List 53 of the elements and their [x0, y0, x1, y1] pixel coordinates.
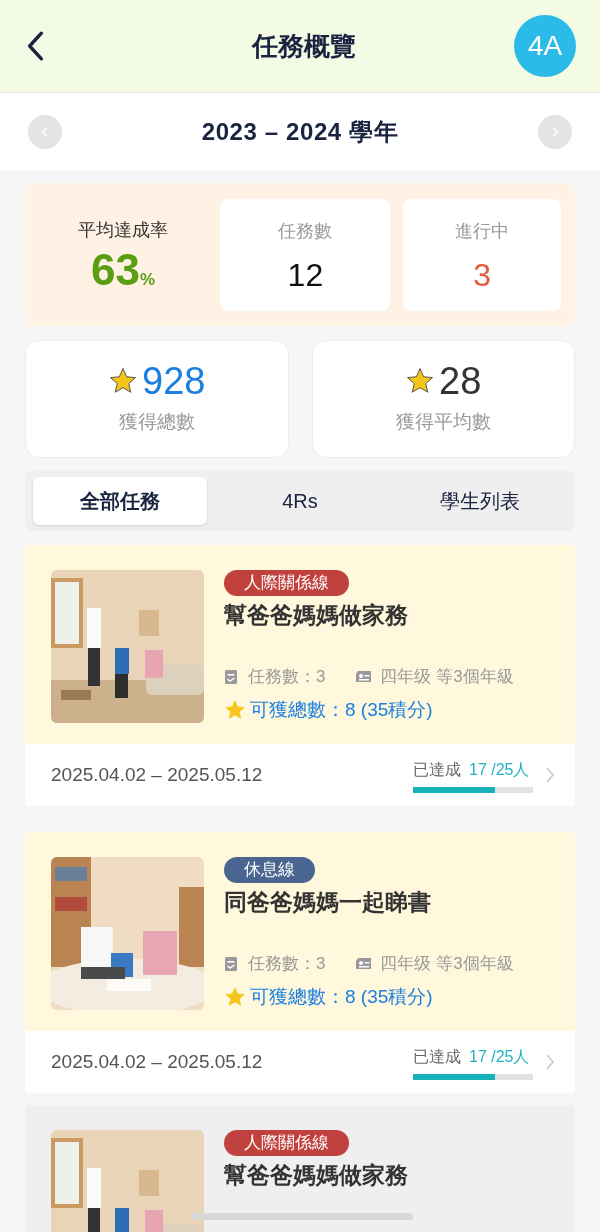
chevron-right-icon: [551, 125, 559, 138]
task-count: 任務數：3: [248, 953, 326, 975]
chevron-left-icon: [41, 125, 49, 138]
stat-value: 3: [473, 259, 492, 291]
home-indicator[interactable]: [190, 1213, 413, 1220]
category-tag: 人際關係線: [224, 570, 349, 596]
task-title: 幫爸爸媽媽做家務: [224, 601, 409, 630]
previous-year-button[interactable]: [28, 114, 62, 149]
tab[interactable]: 4Rs: [213, 477, 387, 525]
star-icon: [108, 365, 139, 396]
star-icon: [224, 698, 246, 721]
id-card-icon: [355, 957, 373, 971]
task-title: 幫爸爸媽媽做家務: [224, 1161, 409, 1190]
category-tag: 休息線: [224, 857, 315, 883]
reward-text: 可獲總數：8 (35積分): [250, 984, 433, 1009]
stat-value: 12: [287, 259, 324, 291]
star-icon: [224, 985, 246, 1008]
page-title: 任務概覽: [252, 29, 356, 63]
stat-label: 任務數: [278, 220, 333, 243]
stat-label: 進行中: [455, 220, 510, 243]
achieved-count: 17 /25人: [469, 759, 530, 780]
task-card[interactable]: 人際關係線 幫爸爸媽媽做家務: [25, 1105, 575, 1232]
star-count: 928: [142, 361, 206, 400]
task-title: 同爸爸媽媽一起睇書: [224, 888, 432, 917]
star-stat-label: 獲得總數: [118, 409, 195, 434]
star-icon: [405, 365, 436, 396]
grade-text: 四年级 等3個年級: [380, 953, 514, 975]
task-card[interactable]: 人際關係線 幫爸爸媽媽做家務 任務數：3 四年级 等3個年級 可獲總數：8 (35積分) 2025.04.02 – 2025.05.12 已達成 17 /25人: [25, 545, 575, 806]
achieved-label: 已達成: [413, 1046, 461, 1067]
document-icon: [224, 668, 238, 685]
year-label: 2023 – 2024 學年: [201, 116, 399, 147]
rate-label: 平均達成率: [78, 218, 169, 242]
achieved-count: 17 /25人: [469, 1046, 530, 1067]
task-card[interactable]: 休息線 同爸爸媽媽一起睇書 任務數：3 四年级 等3個年級 可獲總數：8 (35積分) 2025.04.02 – 2025.05.12 已達成 17 /25人: [25, 832, 575, 1093]
task-count: 任務數：3: [248, 666, 326, 688]
star-stat-label: 獲得平均數: [395, 409, 491, 434]
chevron-icon: [545, 1053, 555, 1071]
rate-value: 63: [91, 247, 141, 292]
percent-sign: %: [140, 269, 156, 291]
grade-text: 四年级 等3個年級: [380, 666, 514, 688]
reward-text: 可獲總數：8 (35積分): [250, 697, 433, 722]
document-icon: [224, 955, 238, 972]
category-tag: 人際關係線: [224, 1130, 349, 1156]
date-range: 2025.04.02 – 2025.05.12: [51, 762, 263, 787]
achieved-label: 已達成: [413, 759, 461, 780]
date-range: 2025.04.02 – 2025.05.12: [51, 1049, 263, 1074]
tab[interactable]: 全部任務: [33, 477, 207, 525]
star-count: 28: [439, 361, 482, 400]
chevron-icon: [545, 766, 555, 784]
tab[interactable]: 學生列表: [393, 477, 567, 525]
class-badge: 4A: [514, 15, 576, 77]
id-card-icon: [355, 670, 373, 684]
next-year-button[interactable]: [538, 114, 572, 149]
